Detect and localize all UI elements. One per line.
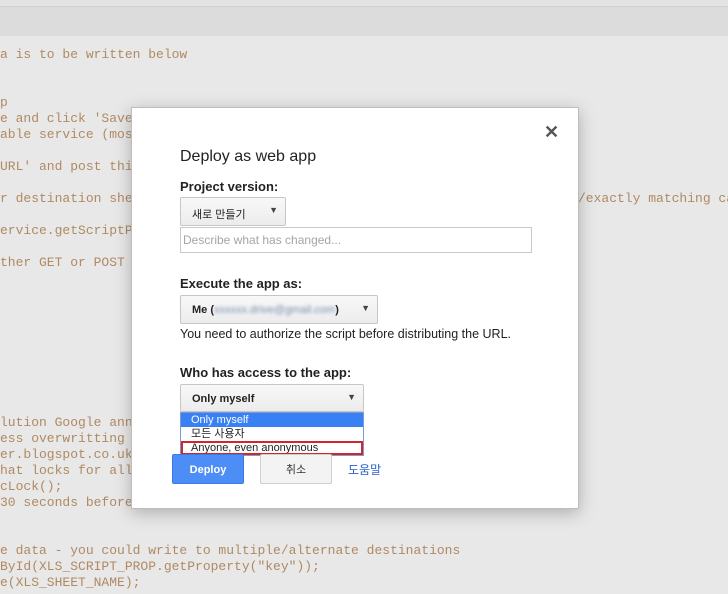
execute-as-select[interactable]: Me (xxxxxx.drive@gmail.com) ▼ <box>180 295 378 324</box>
code-line: hat locks for all i <box>0 463 149 478</box>
code-line: ther GET or POST me <box>0 255 149 270</box>
deploy-button[interactable]: Deploy <box>172 454 244 484</box>
version-description-placeholder: Describe what has changed... <box>183 233 342 247</box>
access-select[interactable]: Only myself ▼ <box>180 384 364 412</box>
code-line: a is to be written below <box>0 47 188 62</box>
access-value: Only myself <box>192 393 255 405</box>
redacted-email: xxxxxx.drive@gmail.com <box>214 304 336 316</box>
close-icon[interactable]: ✕ <box>544 122 559 143</box>
access-option-only-myself[interactable]: Only myself <box>181 413 363 427</box>
version-description-input[interactable]: Describe what has changed... <box>180 227 532 253</box>
code-line: e(XLS_SHEET_NAME); <box>0 575 141 590</box>
deploy-web-app-dialog: ✕ Deploy as web app Project version: 새로 … <box>131 107 579 509</box>
project-version-value: 새로 만들기 <box>192 209 246 221</box>
chevron-down-icon: ▼ <box>361 303 370 313</box>
authorize-note: You need to authorize the script before … <box>180 327 511 341</box>
access-dropdown-list: Only myself 모든 사용자 Anyone, even anonymou… <box>180 412 364 456</box>
project-version-select[interactable]: 새로 만들기 ▼ <box>180 197 286 226</box>
access-option-all-users[interactable]: 모든 사용자 <box>181 427 363 441</box>
code-line: e data - you could write to multiple/alt… <box>0 543 461 558</box>
dialog-title: Deploy as web app <box>180 148 317 165</box>
code-line: ervice.getScriptPro <box>0 223 149 238</box>
editor-toolbar <box>0 0 728 37</box>
code-line: ess overwritting da <box>0 431 149 446</box>
chevron-down-icon: ▼ <box>269 205 278 215</box>
cancel-button[interactable]: 취소 <box>260 454 332 484</box>
code-line: lution Google annou <box>0 415 149 430</box>
code-line: cLock(); <box>0 479 63 494</box>
code-line: URL' and post this <box>0 159 141 174</box>
code-line-right-fragment: /exactly matching case <box>578 191 728 206</box>
help-link[interactable]: 도움말 <box>348 461 381 478</box>
project-version-label: Project version: <box>180 179 279 194</box>
code-line: p <box>0 95 8 110</box>
code-line: er.blogspot.co.uk/2 <box>0 447 149 462</box>
access-label: Who has access to the app: <box>180 365 352 380</box>
code-line: 30 seconds before g <box>0 495 149 510</box>
code-line: e and click 'Save N <box>0 111 149 126</box>
access-option-anyone-anonymous[interactable]: Anyone, even anonymous <box>181 441 363 455</box>
execute-as-value: Me (xxxxxx.drive@gmail.com) <box>192 304 339 316</box>
code-line: able service (most <box>0 127 141 142</box>
code-line: r destination shee <box>0 191 141 206</box>
code-line: ById(XLS_SCRIPT_PROP.getProperty("key"))… <box>0 559 320 574</box>
execute-as-label: Execute the app as: <box>180 276 303 291</box>
chevron-down-icon: ▼ <box>347 392 356 402</box>
